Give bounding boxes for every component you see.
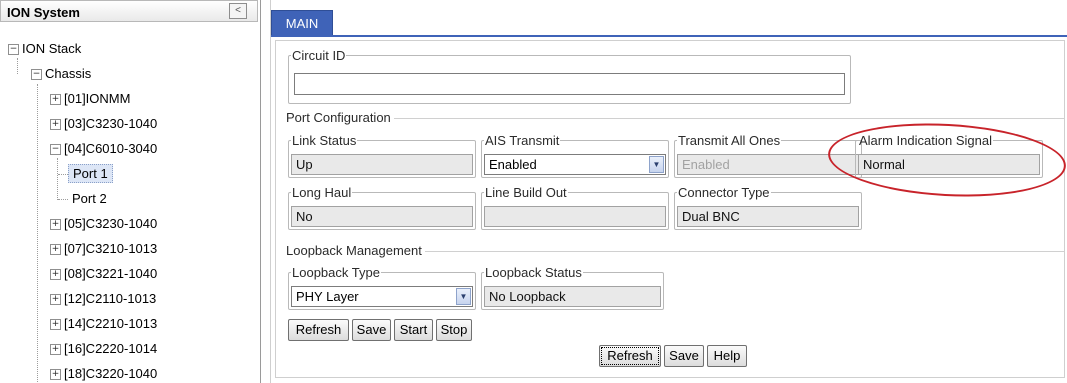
collapse-panel-button[interactable]: < — [229, 3, 247, 19]
tree-item-label: [05]C3230-1040 — [64, 216, 158, 231]
loopback-type-value: PHY Layer — [296, 289, 359, 304]
tree-item-label: [03]C3230-1040 — [64, 116, 158, 131]
alarm-indication-signal-legend: Alarm Indication Signal — [859, 133, 992, 148]
tree-item-module[interactable]: + [16]C2220-1014 — [50, 339, 157, 359]
tree-guide-line — [57, 158, 58, 200]
tree-item-module[interactable]: + [18]C3220-1040 — [50, 364, 157, 383]
tree-item-label: Chassis — [45, 66, 92, 81]
connector-type-legend: Connector Type — [678, 185, 770, 200]
long-haul-field: No — [291, 206, 473, 227]
transmit-all-ones-legend: Transmit All Ones — [678, 133, 781, 148]
alarm-indication-signal-field: Normal — [858, 154, 1040, 175]
loopback-status-field: No Loopback — [484, 286, 661, 307]
minus-box-icon[interactable]: − — [31, 69, 42, 81]
tree-item-label: [18]C3220-1040 — [64, 366, 158, 381]
tree-item-module[interactable]: + [12]C2110-1013 — [50, 289, 156, 309]
loopback-save-button[interactable]: Save — [352, 319, 391, 341]
tab-underline — [271, 35, 1067, 37]
tree-guide-line — [58, 199, 68, 200]
chevron-down-icon[interactable]: ▼ — [456, 288, 471, 305]
tree-item-label: ION Stack — [22, 41, 82, 56]
navigation-tree: ION System < − ION Stack − Chassis + [01]IO… — [0, 0, 261, 383]
tree-item-port-1[interactable]: Port 1 — [68, 164, 113, 184]
line-build-out-field — [484, 206, 666, 227]
port-configuration-title: Port Configuration — [286, 110, 394, 125]
tree-item-label: Port 2 — [72, 191, 107, 206]
plus-box-icon[interactable]: + — [50, 369, 61, 381]
tree-item-port-2[interactable]: Port 2 — [72, 189, 107, 209]
plus-box-icon[interactable]: + — [50, 119, 61, 131]
plus-box-icon[interactable]: + — [50, 94, 61, 106]
link-status-legend: Link Status — [292, 133, 357, 148]
link-status-field: Up — [291, 154, 473, 175]
plus-box-icon[interactable]: + — [50, 344, 61, 356]
plus-box-icon[interactable]: + — [50, 319, 61, 331]
tab-main[interactable]: MAIN — [271, 10, 333, 36]
plus-box-icon[interactable]: + — [50, 244, 61, 256]
tree-item-module[interactable]: + [05]C3230-1040 — [50, 214, 157, 234]
tree-item-module[interactable]: + [03]C3230-1040 — [50, 114, 157, 134]
tree-item-module[interactable]: + [08]C3221-1040 — [50, 264, 157, 284]
ais-transmit-value: Enabled — [489, 157, 537, 172]
plus-box-icon[interactable]: + — [50, 269, 61, 281]
loopback-management-title: Loopback Management — [286, 243, 425, 258]
line-build-out-legend: Line Build Out — [485, 185, 567, 200]
connector-type-field: Dual BNC — [677, 206, 859, 227]
loopback-start-button[interactable]: Start — [394, 319, 433, 341]
minus-box-icon[interactable]: − — [50, 144, 61, 156]
tree-guide-line — [58, 174, 68, 175]
tree-item-label: [01]IONMM — [64, 91, 131, 106]
ais-transmit-legend: AIS Transmit — [485, 133, 560, 148]
tree-header: ION System < — [0, 0, 258, 22]
tree-item-module[interactable]: − [04]C6010-3040 — [50, 139, 157, 159]
tree-item-module[interactable]: + [14]C2210-1013 — [50, 314, 157, 334]
tree-item-ion-stack[interactable]: − ION Stack — [8, 39, 81, 59]
loopback-refresh-button[interactable]: Refresh — [288, 319, 349, 341]
tree-item-module[interactable]: + [01]IONMM — [50, 89, 130, 109]
refresh-button[interactable]: Refresh — [599, 345, 661, 367]
tree-item-label: [14]C2210-1013 — [64, 316, 158, 331]
tree-item-label: Port 1 — [68, 164, 113, 183]
tree-title: ION System — [7, 5, 80, 20]
loopback-stop-button[interactable]: Stop — [436, 319, 472, 341]
tree-item-label: [12]C2110-1013 — [64, 291, 157, 306]
ais-transmit-select[interactable]: Enabled ▼ — [484, 154, 666, 175]
circuit-id-legend: Circuit ID — [292, 48, 346, 63]
main-panel: MAIN Circuit ID Port Configuration Link … — [270, 0, 1067, 383]
loopback-type-legend: Loopback Type — [292, 265, 380, 280]
tree-item-label: [04]C6010-3040 — [64, 141, 158, 156]
tree-item-chassis[interactable]: − Chassis — [31, 64, 91, 84]
tree-guide-line — [17, 58, 18, 74]
chevron-down-icon[interactable]: ▼ — [649, 156, 664, 173]
transmit-all-ones-field: Enabled — [677, 154, 859, 175]
circuit-id-input[interactable] — [294, 73, 845, 95]
help-button[interactable]: Help — [707, 345, 747, 367]
section-divider — [286, 118, 1064, 119]
tree-item-label: [08]C3221-1040 — [64, 266, 158, 281]
tab-content: Circuit ID Port Configuration Link Statu… — [275, 40, 1065, 378]
minus-box-icon[interactable]: − — [8, 44, 19, 56]
long-haul-legend: Long Haul — [292, 185, 352, 200]
plus-box-icon[interactable]: + — [50, 294, 61, 306]
plus-box-icon[interactable]: + — [50, 219, 61, 231]
tree-item-module[interactable]: + [07]C3210-1013 — [50, 239, 157, 259]
loopback-type-select[interactable]: PHY Layer ▼ — [291, 286, 473, 307]
save-button[interactable]: Save — [664, 345, 704, 367]
tree-item-label: [16]C2220-1014 — [64, 341, 158, 356]
loopback-status-legend: Loopback Status — [485, 265, 582, 280]
tree-guide-line — [37, 84, 38, 383]
tree-item-label: [07]C3210-1013 — [64, 241, 158, 256]
